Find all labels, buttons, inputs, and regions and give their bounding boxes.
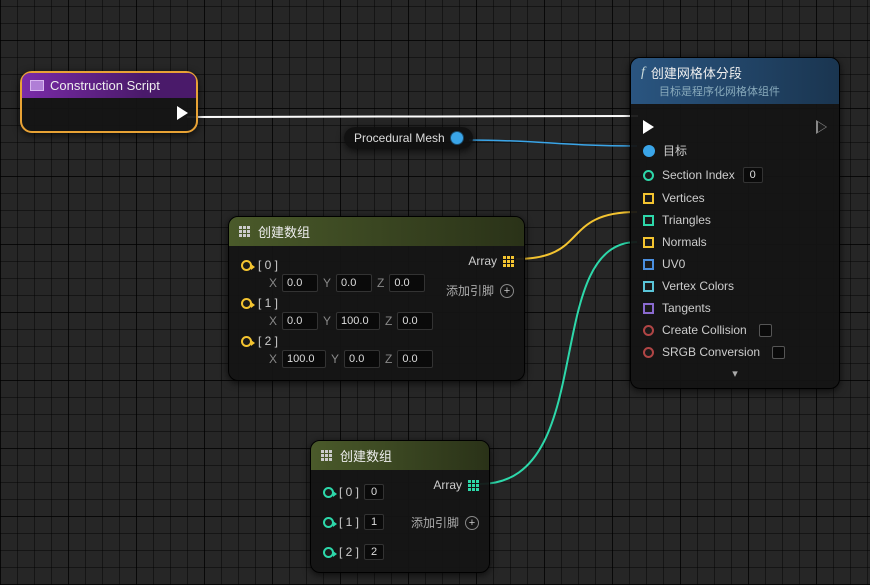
uv0-pin[interactable]: [643, 259, 654, 270]
procedural-mesh-variable[interactable]: Procedural Mesh: [344, 127, 473, 149]
plus-icon: +: [500, 284, 514, 298]
vector-in-pin[interactable]: [241, 298, 252, 309]
create-collision-checkbox[interactable]: [759, 324, 772, 337]
exec-out-pin[interactable]: [177, 106, 188, 120]
var-label: Procedural Mesh: [354, 131, 445, 145]
exec-out-pin[interactable]: [816, 120, 827, 134]
array-title: 创建数组: [340, 446, 392, 465]
event-icon: [30, 80, 44, 91]
triangles-pin[interactable]: [643, 215, 654, 226]
make-array-int-node[interactable]: 创建数组 Array 添加引脚+ [ 0 ]0 [ 1 ]1 [ 2 ]2: [310, 440, 490, 573]
add-pin-button[interactable]: 添加引脚+: [446, 282, 514, 299]
vector-in-pin[interactable]: [241, 260, 252, 271]
vector-in-pin[interactable]: [241, 336, 252, 347]
vertex-colors-pin[interactable]: [643, 281, 654, 292]
exec-in-pin[interactable]: [643, 120, 654, 134]
srgb-pin[interactable]: [643, 347, 654, 358]
expand-chevron-icon[interactable]: ▾: [643, 367, 827, 380]
tangents-pin[interactable]: [643, 303, 654, 314]
normals-pin[interactable]: [643, 237, 654, 248]
add-pin-button[interactable]: 添加引脚+: [411, 514, 479, 531]
section-index-pin[interactable]: [643, 170, 654, 181]
array-icon: [321, 450, 332, 461]
construction-script-node[interactable]: Construction Script: [20, 71, 198, 133]
cs-title: Construction Script: [50, 78, 160, 93]
create-mesh-section-node[interactable]: f创建网格体分段 目标是程序化网格体组件 目标 Section Index0 V…: [630, 57, 840, 389]
make-array-vector-node[interactable]: 创建数组 Array 添加引脚+ [ 0 ] X0.0Y0.0Z0.0 [ 1 …: [228, 216, 525, 381]
plus-icon: +: [465, 516, 479, 530]
target-pin[interactable]: [643, 145, 655, 157]
int-in-pin[interactable]: [323, 547, 334, 558]
vertices-pin[interactable]: [643, 193, 654, 204]
array-output[interactable]: Array: [433, 478, 479, 492]
int-in-pin[interactable]: [323, 487, 334, 498]
array-output[interactable]: Array: [468, 254, 514, 268]
array-icon: [239, 226, 250, 237]
object-out-pin[interactable]: [451, 132, 463, 144]
fn-title: 创建网格体分段: [651, 63, 742, 82]
int-in-pin[interactable]: [323, 517, 334, 528]
fn-subtitle: 目标是程序化网格体组件: [641, 83, 829, 99]
function-icon: f: [641, 65, 645, 81]
create-collision-pin[interactable]: [643, 325, 654, 336]
srgb-checkbox[interactable]: [772, 346, 785, 359]
array-title: 创建数组: [258, 222, 310, 241]
